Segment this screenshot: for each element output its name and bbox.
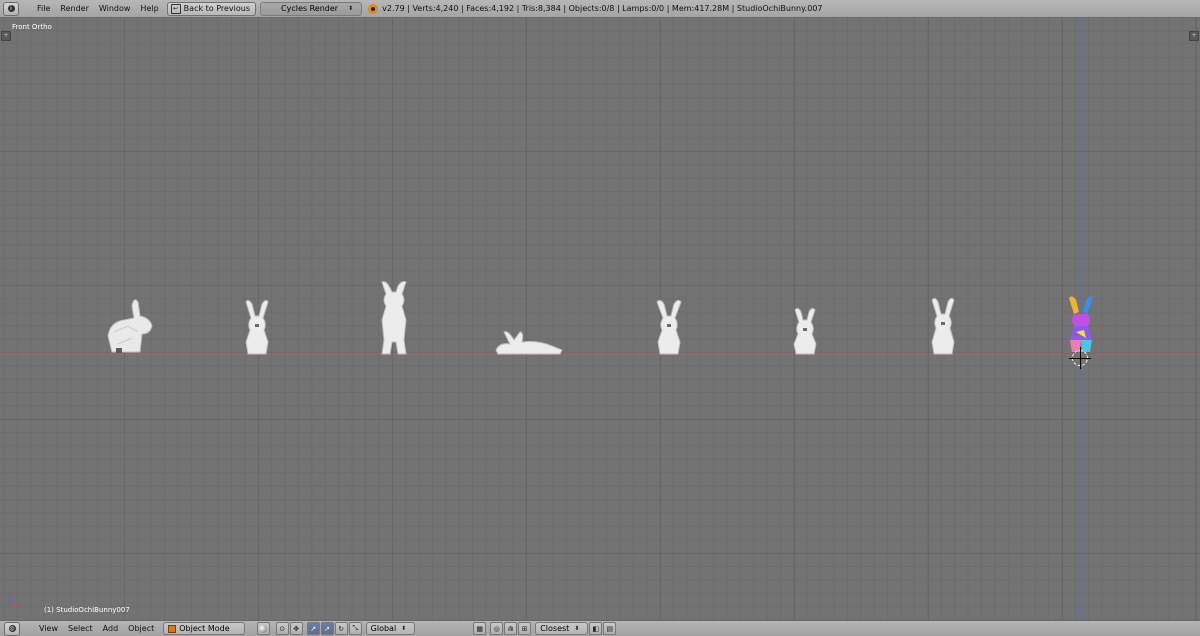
render-animation-button[interactable]: ▤ [603, 622, 617, 635]
menu-help[interactable]: Help [136, 2, 162, 16]
pivot-icon: ⊙ [279, 624, 286, 633]
pivot-point-button[interactable]: ⊙ [275, 622, 289, 635]
layer-lock-button[interactable]: ▦ [473, 622, 487, 635]
back-arrow-icon: ↩ [170, 3, 181, 14]
layer-icon: ▦ [476, 624, 484, 633]
transform-orientation-dropdown[interactable]: Global [365, 622, 416, 635]
menu-file[interactable]: File [33, 2, 54, 16]
bunny-model-1[interactable] [104, 296, 156, 356]
editor-type-button[interactable]: i [3, 1, 19, 16]
render-engine-label: Cycles Render [281, 3, 339, 13]
rotate-manipulator-button[interactable]: ↻ [334, 622, 348, 635]
blender-logo-icon [368, 3, 379, 14]
view3d-editor-icon: ◎ [8, 625, 16, 632]
limit-selection-button[interactable]: ✥ [289, 622, 303, 635]
magnet-icon: ⋒ [507, 624, 514, 633]
proportional-icon: ◎ [493, 624, 500, 633]
clapper-icon: ▤ [606, 624, 614, 633]
object-cube-icon [168, 624, 177, 633]
camera-icon: ◧ [592, 624, 600, 633]
proportional-edit-button[interactable]: ◎ [490, 622, 504, 635]
render-opengl-button[interactable]: ◧ [589, 622, 603, 635]
manipulator-icon: ✥ [293, 624, 300, 633]
translate-manipulator-button[interactable]: ➚ [320, 622, 334, 635]
info-header: i File Render Window Help ↩ Back to Prev… [0, 0, 1200, 18]
menu-render[interactable]: Render [56, 2, 92, 16]
menu-window[interactable]: Window [95, 2, 135, 16]
snap-toggle-button[interactable]: ⋒ [504, 622, 518, 635]
dropdown-arrows-icon: ⬍ [348, 4, 354, 12]
scale-icon: ⤡ [352, 624, 358, 632]
toolshelf-toggle[interactable]: + [1, 31, 11, 41]
bunny-model-3[interactable] [376, 280, 412, 356]
interaction-mode-dropdown[interactable]: Object Mode [163, 622, 245, 635]
rotate-icon: ↻ [338, 624, 345, 633]
menu-add[interactable]: Add [98, 624, 124, 633]
view-name-label: Front Ortho [12, 23, 52, 31]
3d-view-header: ◎ View Select Add Object Object Mode ⊙ ✥… [0, 620, 1200, 636]
bunny-model-8-selected[interactable] [1064, 294, 1098, 356]
bunny-model-5[interactable] [652, 298, 686, 356]
back-to-previous-button[interactable]: ↩ Back to Previous [166, 1, 257, 16]
scale-manipulator-button[interactable]: ⤡ [348, 622, 362, 635]
info-icon: i [7, 5, 15, 12]
bunny-model-7[interactable] [926, 296, 960, 356]
snap-grid-icon: ⊞ [521, 624, 528, 633]
move-arrow-icon: ➚ [324, 624, 331, 633]
viewport-shading-button[interactable] [256, 622, 270, 635]
menu-object[interactable]: Object [123, 624, 159, 633]
snap-target-label: Closest [540, 624, 570, 633]
menu-view[interactable]: View [34, 624, 63, 633]
bunny-model-4[interactable] [494, 328, 564, 356]
scene-statistics: v2.79 | Verts:4,240 | Faces:4,192 | Tris… [382, 4, 823, 13]
render-engine-dropdown[interactable]: Cycles Render ⬍ [260, 1, 363, 16]
solid-sphere-icon [259, 624, 268, 633]
menu-select[interactable]: Select [63, 624, 98, 633]
bunny-model-2[interactable] [240, 298, 274, 356]
orientation-arrows-icon: ⬍ [401, 625, 407, 632]
snap-element-button[interactable]: ⊞ [518, 622, 532, 635]
transform-manipulator-toggle[interactable]: ↗ [306, 622, 320, 635]
active-object-label: (1) StudioOchiBunny007 [44, 606, 130, 614]
snap-arrows-icon: ⬍ [574, 625, 580, 632]
x-axis-line [0, 354, 1200, 355]
snap-target-dropdown[interactable]: Closest [535, 622, 589, 635]
axis-gizmo [9, 594, 22, 607]
interaction-mode-label: Object Mode [179, 624, 230, 633]
properties-toggle[interactable]: + [1189, 31, 1199, 41]
transform-orientation-label: Global [370, 624, 397, 633]
bunny-model-6[interactable] [788, 306, 822, 356]
back-to-previous-label: Back to Previous [183, 3, 251, 13]
3d-cursor[interactable] [1069, 347, 1091, 369]
translate-icon: ↗ [310, 624, 317, 633]
3d-viewport[interactable]: + + Front Ortho (1) StudioOchiBunny007 [0, 18, 1200, 620]
view3d-editor-type-button[interactable]: ◎ [4, 621, 20, 636]
